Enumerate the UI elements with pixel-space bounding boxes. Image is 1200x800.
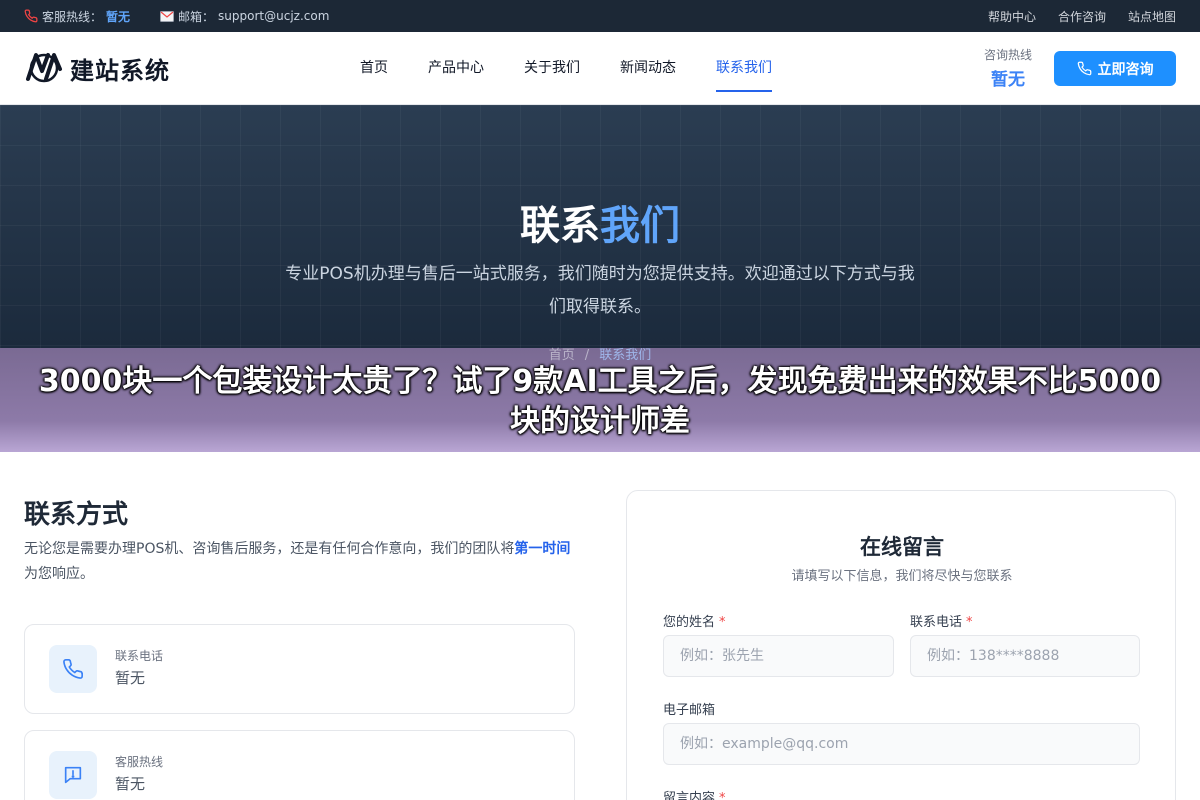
message-field-label: 留言内容 *	[663, 787, 726, 800]
top-info-bar: 客服热线： 暂无 邮箱： support@ucjz.com 帮助中心 合作咨询 …	[0, 0, 1200, 32]
site-header: 建站系统 首页 产品中心 关于我们 新闻动态 联系我们 咨询热线 暂无 立即咨询	[0, 32, 1200, 105]
hero-section: 联系我们 专业POS机办理与售后一站式服务，我们随时为您提供支持。欢迎通过以下方…	[0, 105, 1200, 348]
topbar-email-value[interactable]: support@ucjz.com	[218, 9, 329, 23]
nav-item-news[interactable]: 新闻动态	[620, 32, 676, 105]
page-title: 联系我们	[0, 193, 1200, 251]
breadcrumb-separator: /	[584, 348, 590, 363]
nav-item-products[interactable]: 产品中心	[428, 32, 484, 105]
contact-intro-text: 无论您是需要办理POS机、咨询售后服务，还是有任何合作意向，我们的团队将	[24, 541, 515, 557]
topbar-link-help[interactable]: 帮助中心	[988, 8, 1036, 25]
phone-input[interactable]	[910, 635, 1140, 677]
contact-intro-tail: 为您响应。	[24, 566, 94, 582]
contact-card-hotline: 客服热线 暂无	[24, 730, 575, 800]
phone-field-label-text: 联系电话	[910, 615, 963, 630]
logo-text: 建站系统	[70, 56, 170, 85]
phone-field-label: 联系电话 *	[910, 611, 973, 630]
overlay-headline: 3000块一个包装设计太贵了？试了9款AI工具之后，发现免费出来的效果不比500…	[38, 364, 1162, 439]
topbar-link-cooperation[interactable]: 合作咨询	[1058, 8, 1106, 25]
message-form: 在线留言 请填写以下信息，我们将尽快与您联系 您的姓名* 联系电话* 电子邮箱 …	[626, 490, 1176, 800]
topbar-email-label: 邮箱：	[178, 9, 215, 24]
page-title-main: 联系	[520, 203, 600, 249]
logo-icon	[26, 53, 62, 83]
header-hotline: 咨询热线 暂无	[984, 46, 1032, 90]
contact-card-label: 客服热线	[115, 755, 164, 769]
main-nav: 首页 产品中心 关于我们 新闻动态 联系我们	[360, 32, 772, 105]
phone-icon	[49, 645, 97, 693]
breadcrumb-current: 联系我们	[599, 348, 652, 363]
topbar-hotline-value: 暂无	[106, 9, 131, 24]
site-logo[interactable]: 建站系统	[24, 49, 170, 87]
hero-description: 专业POS机办理与售后一站式服务，我们随时为您提供支持。欢迎通过以下方式与我们取…	[285, 264, 915, 317]
message-field-label-text: 留言内容	[663, 791, 716, 800]
topbar-hotline: 客服热线： 暂无	[24, 8, 130, 25]
contact-heading: 联系方式	[24, 500, 129, 530]
nav-item-contact[interactable]: 联系我们	[716, 32, 772, 105]
consult-button[interactable]: 立即咨询	[1054, 51, 1176, 86]
form-title: 在线留言	[860, 535, 944, 559]
email-input[interactable]	[663, 723, 1140, 765]
header-hotline-label: 咨询热线	[984, 48, 1033, 62]
contact-card-value: 暂无	[115, 669, 146, 687]
topbar-email: 邮箱： support@ucjz.com	[160, 8, 329, 25]
overlay-banner: 首页 / 联系我们 3000块一个包装设计太贵了？试了9款AI工具之后，发现免费出来…	[0, 348, 1200, 452]
contact-card-value: 暂无	[115, 775, 146, 793]
message-icon	[49, 751, 97, 799]
phone-icon	[1077, 61, 1091, 76]
contact-intro-emphasis: 第一时间	[514, 541, 571, 557]
topbar-link-sitemap[interactable]: 站点地图	[1128, 8, 1176, 25]
breadcrumb-home[interactable]: 首页	[549, 348, 575, 363]
nav-item-about[interactable]: 关于我们	[524, 32, 580, 105]
name-input[interactable]	[663, 635, 894, 677]
contact-card-label: 联系电话	[115, 649, 164, 663]
consult-button-label: 立即咨询	[1097, 61, 1154, 78]
email-field-label: 电子邮箱	[663, 703, 716, 718]
required-mark: *	[966, 615, 973, 630]
required-mark: *	[719, 791, 726, 800]
phone-icon	[24, 9, 38, 23]
breadcrumb: 首页 / 联系我们	[0, 344, 1200, 363]
name-field-label: 您的姓名 *	[663, 611, 726, 630]
required-mark: *	[719, 615, 726, 630]
contact-intro: 无论您是需要办理POS机、咨询售后服务，还是有任何合作意向，我们的团队将第一时间…	[24, 537, 584, 587]
topbar-hotline-label: 客服热线：	[42, 9, 103, 24]
nav-item-home[interactable]: 首页	[360, 32, 388, 105]
contact-card-phone: 联系电话 暂无	[24, 624, 575, 714]
form-subtitle: 请填写以下信息，我们将尽快与您联系	[791, 569, 1013, 584]
mail-icon	[160, 10, 175, 22]
header-hotline-value: 暂无	[991, 70, 1025, 90]
page-title-accent: 我们	[600, 203, 680, 249]
name-field-label-text: 您的姓名	[663, 615, 716, 630]
